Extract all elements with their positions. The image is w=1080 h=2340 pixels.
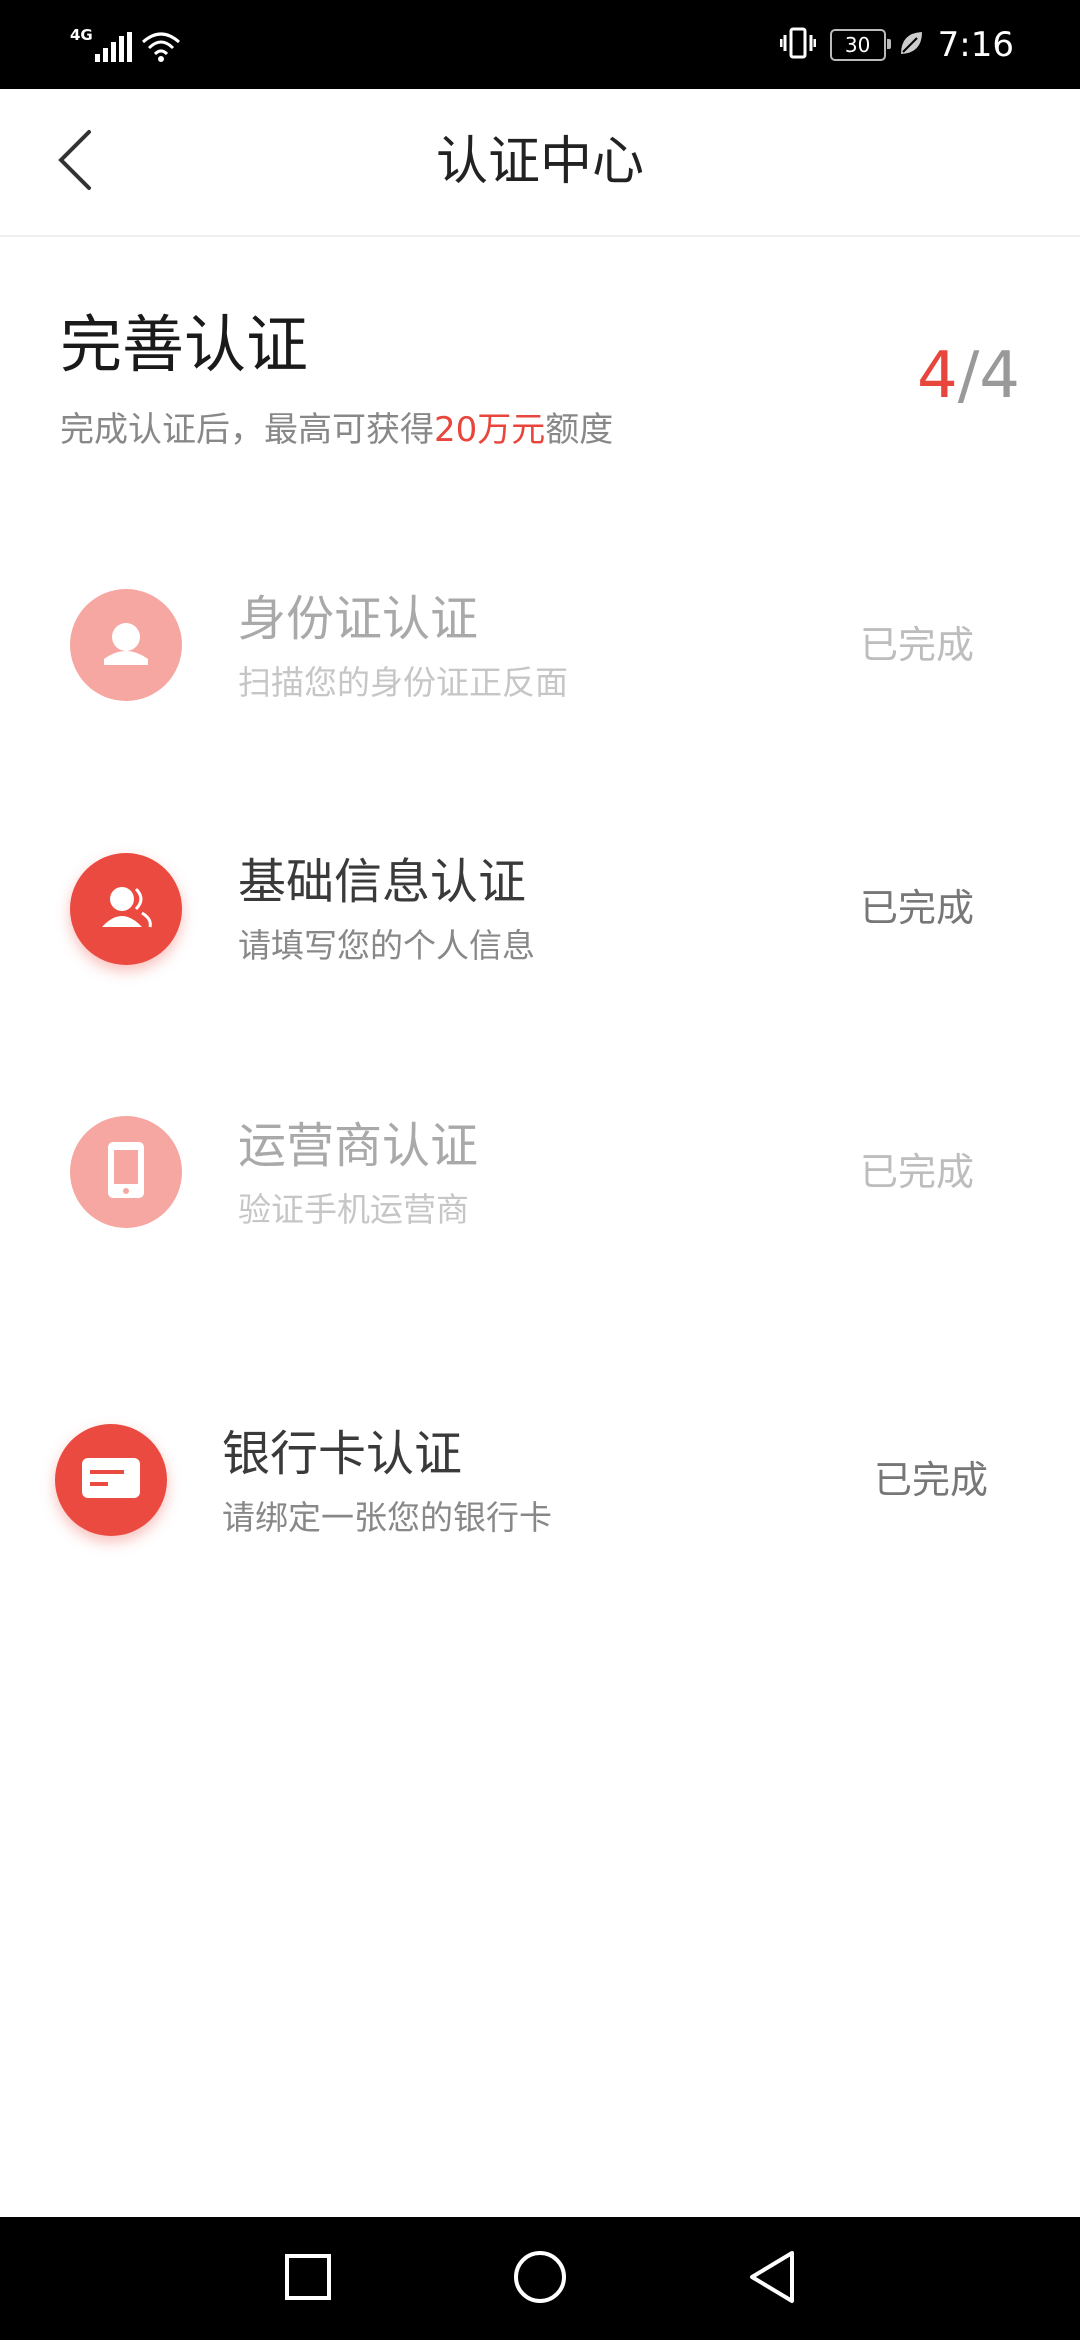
progress-counter: 4/4	[917, 336, 1020, 416]
back-icon	[746, 2249, 798, 2309]
verify-item-basic-info[interactable]: 基础信息认证 请填写您的个人信息 已完成	[0, 808, 1080, 1008]
subtitle-suffix: 额度	[545, 410, 614, 450]
home-button[interactable]	[504, 2243, 576, 2315]
vibrate-icon	[779, 26, 817, 64]
page-title: 认证中心	[435, 132, 644, 192]
item-name: 银行卡认证	[222, 1426, 463, 1482]
phone-icon	[102, 1140, 150, 1204]
item-status: 已完成	[860, 623, 975, 667]
app-header: 认证中心	[0, 89, 1080, 237]
back-nav-button[interactable]	[736, 2243, 808, 2315]
credit-amount: 20万元	[434, 410, 546, 450]
item-desc: 验证手机运营商	[238, 1190, 469, 1229]
battery-icon: 30	[829, 28, 891, 61]
item-status: 已完成	[860, 886, 975, 930]
card-icon	[80, 1454, 142, 1506]
wifi-icon	[141, 30, 181, 66]
basic-info-icon-circle	[70, 853, 182, 965]
item-desc: 请填写您的个人信息	[238, 926, 535, 965]
home-icon	[512, 2249, 568, 2309]
battery-level: 30	[844, 32, 871, 57]
summary-subtitle: 完成认证后，最高可获得20万元额度	[60, 405, 613, 455]
recent-apps-icon	[283, 2252, 333, 2306]
verify-item-id-card[interactable]: 身份证认证 扫描您的身份证正反面 已完成	[0, 545, 1080, 745]
users-icon	[96, 879, 156, 939]
verify-item-bank-card[interactable]: 银行卡认证 请绑定一张您的银行卡 已完成	[0, 1380, 1080, 1580]
verify-item-carrier[interactable]: 运营商认证 验证手机运营商 已完成	[0, 1072, 1080, 1272]
summary-title: 完善认证	[60, 308, 309, 381]
carrier-icon-circle	[70, 1116, 182, 1228]
status-bar: 4G 30 7:16	[0, 0, 1080, 89]
system-nav-bar	[0, 2217, 1080, 2340]
item-desc: 扫描您的身份证正反面	[238, 663, 568, 702]
status-left: 4G	[70, 22, 181, 66]
person-icon	[98, 615, 154, 675]
item-status: 已完成	[874, 1458, 989, 1502]
signal-icon	[94, 32, 133, 66]
chevron-left-icon	[55, 128, 95, 196]
bank-card-icon-circle	[55, 1424, 167, 1536]
progress-done: 4	[917, 339, 958, 413]
item-name: 基础信息认证	[238, 854, 527, 910]
status-right: 30 7:16	[779, 0, 1014, 89]
item-name: 运营商认证	[238, 1118, 479, 1174]
clock: 7:16	[937, 24, 1014, 65]
item-name: 身份证认证	[238, 591, 479, 647]
item-status: 已完成	[860, 1150, 975, 1194]
network-type: 4G	[70, 26, 93, 44]
progress-total: /4	[957, 339, 1020, 413]
subtitle-prefix: 完成认证后，最高可获得	[60, 410, 434, 450]
recent-apps-button[interactable]	[272, 2243, 344, 2315]
item-desc: 请绑定一张您的银行卡	[222, 1498, 552, 1537]
back-button[interactable]	[30, 117, 120, 207]
leaf-icon	[898, 29, 924, 61]
id-card-icon-circle	[70, 589, 182, 701]
